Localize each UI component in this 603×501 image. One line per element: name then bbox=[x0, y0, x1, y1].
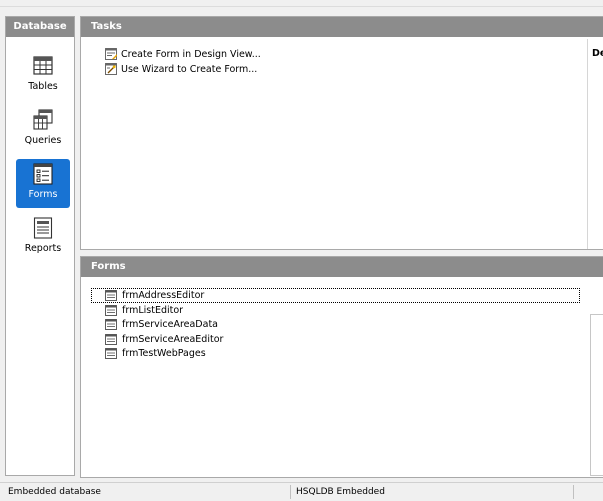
form-item-frmtestwebpages[interactable]: frmTestWebPages bbox=[105, 346, 206, 360]
sidebar-item-label: Tables bbox=[28, 81, 58, 92]
sidebar-item-label: Forms bbox=[28, 189, 58, 200]
form-item-label: frmListEditor bbox=[122, 304, 184, 316]
form-item-frmserviceareadata[interactable]: frmServiceAreaData bbox=[105, 317, 218, 331]
form-icon bbox=[33, 163, 53, 185]
description-label: De bbox=[592, 48, 603, 59]
form-item-label: frmTestWebPages bbox=[122, 347, 206, 359]
status-database-engine: HSQLDB Embedded bbox=[296, 487, 385, 497]
form-document-icon bbox=[105, 318, 117, 330]
form-document-icon bbox=[105, 347, 117, 359]
sidebar-item-reports[interactable]: Reports bbox=[16, 213, 70, 262]
sidebar-item-label: Reports bbox=[24, 243, 62, 254]
database-panel-header: Database bbox=[6, 17, 74, 37]
task-use-wizard-create-form[interactable]: Use Wizard to Create Form... bbox=[105, 62, 257, 76]
form-item-frmserviceareaeditor[interactable]: frmServiceAreaEditor bbox=[105, 332, 223, 346]
task-create-form-design-view[interactable]: Create Form in Design View... bbox=[105, 47, 261, 61]
preview-pane bbox=[590, 314, 603, 476]
form-document-icon bbox=[105, 304, 117, 316]
table-icon bbox=[33, 56, 53, 75]
tasks-panel-header: Tasks bbox=[81, 17, 603, 37]
status-divider bbox=[290, 485, 291, 499]
form-item-label: frmServiceAreaData bbox=[122, 318, 218, 330]
task-label: Create Form in Design View... bbox=[121, 48, 261, 60]
task-label: Use Wizard to Create Form... bbox=[121, 63, 258, 75]
form-item-label: frmServiceAreaEditor bbox=[122, 333, 224, 345]
status-divider bbox=[573, 485, 574, 499]
report-icon bbox=[33, 217, 53, 239]
tasks-panel: Tasks Create Form in Design View... Use … bbox=[80, 16, 603, 250]
status-database-type: Embedded database bbox=[8, 487, 101, 497]
database-panel: Database Tables Queries Forms Reports bbox=[5, 16, 75, 476]
query-icon bbox=[33, 109, 53, 130]
status-bar: Embedded database HSQLDB Embedded bbox=[0, 482, 603, 501]
form-document-icon bbox=[105, 333, 117, 345]
form-item-frmlisteditor[interactable]: frmListEditor bbox=[105, 303, 183, 317]
top-edge bbox=[0, 0, 603, 7]
form-design-icon bbox=[105, 48, 117, 60]
sidebar-item-label: Queries bbox=[24, 135, 62, 146]
description-divider bbox=[587, 39, 588, 249]
sidebar-item-forms[interactable]: Forms bbox=[16, 159, 70, 208]
form-document-icon bbox=[105, 290, 117, 301]
wizard-icon bbox=[105, 63, 117, 75]
form-item-frmaddresseditor[interactable]: frmAddressEditor bbox=[91, 288, 580, 303]
form-item-label: frmAddressEditor bbox=[122, 290, 205, 301]
sidebar-item-queries[interactable]: Queries bbox=[16, 105, 70, 154]
forms-panel-header: Forms bbox=[81, 257, 603, 277]
sidebar-item-tables[interactable]: Tables bbox=[16, 51, 70, 100]
forms-panel: Forms frmAddressEditor frmListEditor frm… bbox=[80, 256, 603, 478]
